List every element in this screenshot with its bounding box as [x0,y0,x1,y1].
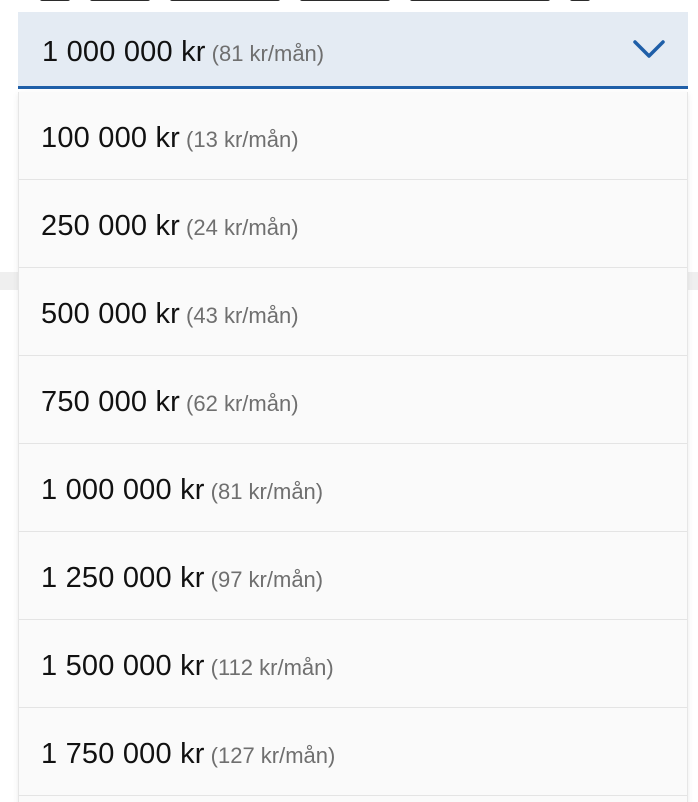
option-monthly-cost: (43 kr/mån) [186,303,299,328]
option-amount: 1 750 000 kr [41,738,205,770]
option-amount: 500 000 kr [41,298,181,330]
option-750000[interactable]: 750 000 kr (62 kr/mån) [19,356,687,444]
option-500000[interactable]: 500 000 kr (43 kr/mån) [19,268,687,356]
chevron-down-icon[interactable] [632,36,666,62]
option-monthly-cost: (24 kr/mån) [186,215,299,240]
option-monthly-cost: (62 kr/mån) [186,391,299,416]
option-label: 100 000 kr (13 kr/mån) [41,122,299,155]
option-1750000[interactable]: 1 750 000 kr (127 kr/mån) [19,708,687,796]
option-amount: 250 000 kr [41,210,181,242]
amount-dropdown-list: 100 000 kr (13 kr/mån) 250 000 kr (24 kr/m… [18,92,688,802]
option-monthly-cost: (97 kr/mån) [210,567,324,592]
selected-value: 1 000 000 kr (81 kr/mån) [42,36,324,69]
option-250000[interactable]: 250 000 kr (24 kr/mån) [19,180,687,268]
option-monthly-cost: (127 kr/mån) [210,743,336,768]
option-amount: 1 500 000 kr [41,650,205,682]
option-amount: 1 000 000 kr [41,474,205,506]
cropped-heading-fragment [0,0,698,12]
selected-amount: 1 000 000 kr [42,36,206,68]
page: 1 000 000 kr (81 kr/mån) 100 000 kr (13 kr… [0,0,698,802]
option-label: 250 000 kr (24 kr/mån) [41,210,299,243]
option-label: 1 000 000 kr (81 kr/mån) [41,474,323,507]
option-100000[interactable]: 100 000 kr (13 kr/mån) [19,92,687,180]
option-label: 1 500 000 kr (112 kr/mån) [41,650,334,683]
option-amount: 1 250 000 kr [41,562,205,594]
option-amount: 100 000 kr [41,122,181,154]
option-amount: 750 000 kr [41,386,181,418]
option-monthly-cost: (112 kr/mån) [210,655,334,680]
option-monthly-cost: (81 kr/mån) [210,479,324,504]
selected-monthly-cost: (81 kr/mån) [211,41,325,66]
option-monthly-cost: (13 kr/mån) [186,127,299,152]
option-label: 500 000 kr (43 kr/mån) [41,298,299,331]
option-label: 750 000 kr (62 kr/mån) [41,386,299,419]
option-label: 1 250 000 kr (97 kr/mån) [41,562,323,595]
option-1000000[interactable]: 1 000 000 kr (81 kr/mån) [19,444,687,532]
option-1250000[interactable]: 1 250 000 kr (97 kr/mån) [19,532,687,620]
amount-select[interactable]: 1 000 000 kr (81 kr/mån) [18,12,688,89]
option-label: 1 750 000 kr (127 kr/mån) [41,738,335,771]
option-1500000[interactable]: 1 500 000 kr (112 kr/mån) [19,620,687,708]
